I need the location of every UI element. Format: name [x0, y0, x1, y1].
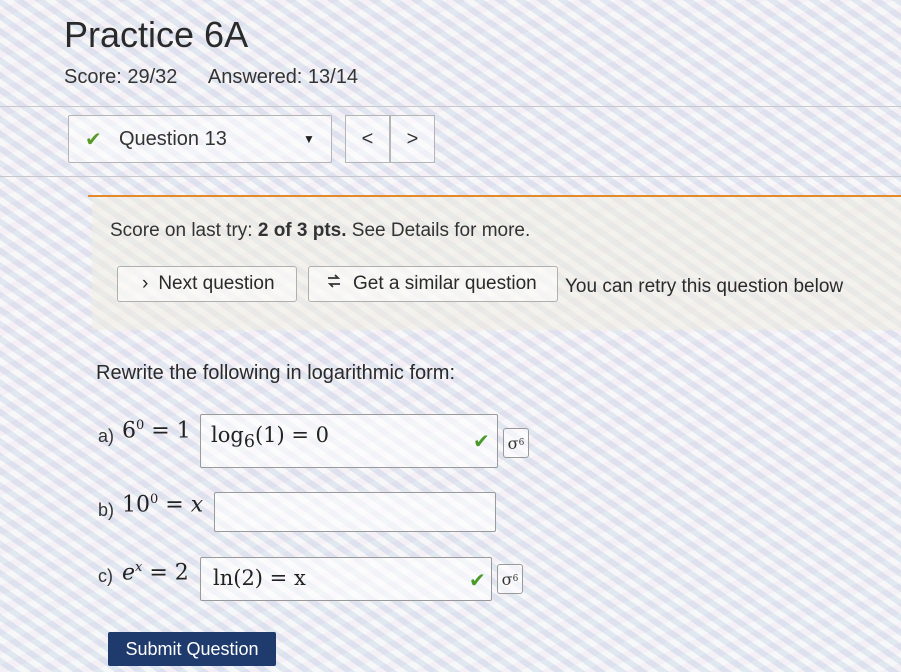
part-c-answer-rest: (2) = x: [233, 566, 306, 590]
part-a-base: 6: [122, 418, 136, 444]
part-c-answer-value: ln(2) = x: [213, 566, 306, 590]
part-b-answer-input[interactable]: [214, 492, 496, 532]
part-a-answer-rest: (1) = 0: [254, 423, 330, 447]
part-b-equation: 100 = x: [122, 492, 204, 518]
part-a-answer-input[interactable]: log6(1) = 0 ✔: [200, 414, 498, 468]
next-question-label: Next question: [158, 273, 275, 294]
part-a-answer-sub: 6: [243, 432, 255, 453]
key-icon[interactable]: σ6: [497, 564, 523, 594]
check-icon: ✔: [85, 128, 102, 151]
check-icon: ✔: [469, 570, 486, 592]
last-try-score: Score on last try: 2 of 3 pts. See Detai…: [110, 220, 530, 242]
part-c-answer-fn: ln: [213, 566, 234, 590]
chevron-right-icon: ›: [142, 273, 149, 294]
part-c-label: c): [98, 566, 113, 586]
last-try-prefix: Score on last try:: [110, 220, 258, 241]
part-c-exp: x: [135, 560, 143, 575]
part-a-exp: 0: [136, 418, 145, 433]
last-try-suffix: See Details for more.: [346, 220, 531, 241]
divider: [0, 176, 901, 177]
refresh-icon: [325, 272, 343, 296]
part-c-equation: ex = 2: [122, 560, 189, 586]
question-prompt: Rewrite the following in logarithmic for…: [96, 362, 456, 384]
part-a-answer-fn: log: [211, 423, 244, 447]
part-b-label: b): [98, 500, 115, 520]
part-a-equation: 60 = 1: [122, 418, 191, 444]
submit-question-button[interactable]: Submit Question: [108, 632, 276, 666]
part-b-exp: 0: [150, 492, 159, 507]
similar-question-label: Get a similar question: [353, 273, 537, 294]
question-select[interactable]: ✔ Question 13 ▼: [68, 115, 332, 163]
next-question-arrow-button[interactable]: >: [390, 115, 435, 163]
next-question-button[interactable]: › Next question: [117, 266, 297, 302]
score-summary: Score: 29/32 Answered: 13/14: [64, 66, 384, 89]
feedback-panel: [92, 197, 901, 330]
part-b-base: 10: [122, 492, 150, 518]
part-c-rhs: 2: [174, 560, 189, 586]
check-icon: ✔: [473, 431, 490, 453]
last-try-points: 2 of 3 pts.: [257, 220, 347, 241]
caret-down-icon: ▼: [303, 132, 315, 146]
part-a-rhs: 1: [176, 418, 191, 444]
key-icon[interactable]: σ6: [503, 428, 529, 458]
answered-text: Answered: 13/14: [207, 66, 358, 88]
divider: [0, 106, 901, 107]
prev-question-button[interactable]: <: [345, 115, 390, 163]
retry-message: You can retry this question below: [565, 276, 844, 297]
score-text: Score: 29/32: [64, 66, 178, 88]
part-a-label: a): [98, 426, 115, 446]
part-a-answer-value: log6(1) = 0: [211, 423, 329, 452]
page-title: Practice 6A: [64, 14, 249, 55]
question-select-label: Question 13: [119, 127, 227, 150]
part-c-base: e: [122, 560, 136, 586]
part-b-rhs: x: [190, 492, 204, 518]
part-c-answer-input[interactable]: ln(2) = x ✔: [200, 557, 492, 601]
similar-question-button[interactable]: Get a similar question: [308, 266, 558, 302]
